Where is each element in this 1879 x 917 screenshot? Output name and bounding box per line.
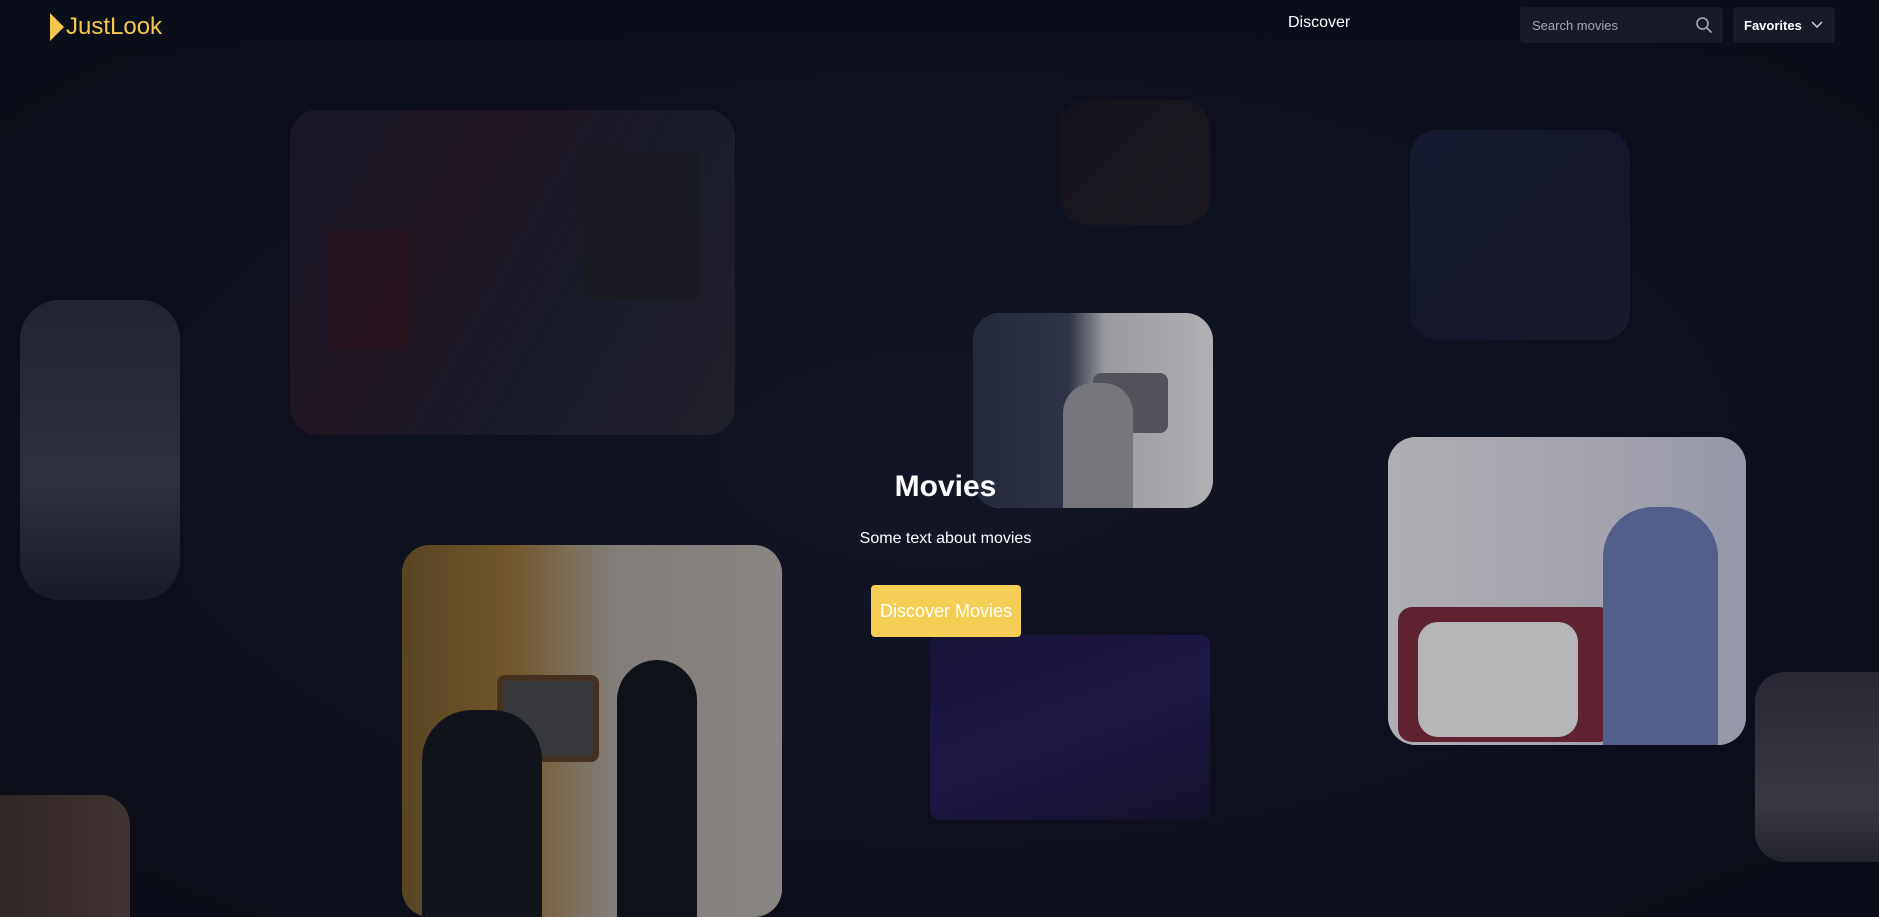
tv-image-top-left xyxy=(290,110,735,435)
nav-discover-link[interactable]: Discover xyxy=(1288,14,1350,32)
tv-image-neon-sign xyxy=(930,635,1210,820)
page-title: Movies xyxy=(894,470,997,503)
tv-image-bottom-left-room xyxy=(402,545,782,917)
search-icon[interactable] xyxy=(1695,16,1713,34)
hero-background xyxy=(0,0,1879,917)
search-input[interactable] xyxy=(1520,7,1685,43)
tv-image-left-edge xyxy=(20,300,180,600)
tv-image-bottom-left-edge xyxy=(0,795,130,917)
favorites-label: Favorites xyxy=(1744,17,1802,33)
search-box xyxy=(1520,7,1723,43)
tv-image-top-center xyxy=(1060,100,1210,225)
play-triangle-icon xyxy=(50,13,64,41)
brand-logo[interactable]: JustLook xyxy=(50,12,162,42)
tv-image-bottom-right-edge xyxy=(1755,672,1879,862)
discover-movies-button[interactable]: Discover Movies xyxy=(871,585,1021,637)
chevron-down-icon xyxy=(1811,21,1823,29)
favorites-dropdown[interactable]: Favorites xyxy=(1733,7,1835,43)
tv-image-top-right xyxy=(1410,130,1630,340)
top-navbar: JustLook Discover Favorites xyxy=(0,0,1879,60)
hero-subtitle: Some text about movies xyxy=(859,530,1032,547)
hero-content: Movies Some text about movies xyxy=(0,470,1879,548)
brand-name: JustLook xyxy=(66,13,163,40)
